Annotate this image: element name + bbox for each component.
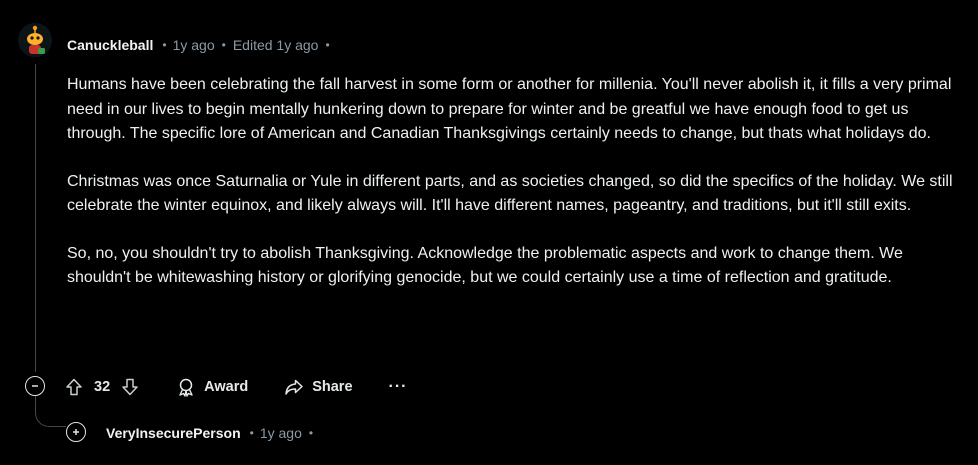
share-icon	[284, 377, 304, 397]
comment-paragraph: Christmas was once Saturnalia or Yule in…	[67, 172, 953, 215]
comment-time[interactable]: 1y ago	[173, 37, 215, 53]
arrow-up-icon	[66, 378, 82, 396]
award-icon	[176, 377, 196, 397]
comment-author[interactable]: Canuckleball	[67, 37, 153, 53]
avatar[interactable]	[18, 23, 52, 57]
snoo-avatar-icon	[18, 23, 52, 57]
thread-line[interactable]	[35, 64, 36, 372]
award-button[interactable]: Award	[176, 377, 248, 397]
separator-dot: •	[221, 38, 226, 52]
share-label: Share	[312, 379, 353, 395]
vote-count: 32	[94, 379, 111, 395]
comment-paragraph: So, no, you shouldn't try to abolish Tha…	[67, 244, 903, 287]
upvote-button[interactable]	[64, 377, 84, 397]
arrow-down-icon	[122, 378, 138, 396]
reply-meta: VeryInsecurePerson • 1y ago •	[106, 423, 320, 443]
separator-dot: •	[162, 38, 167, 52]
separator-dot: •	[325, 38, 330, 52]
plus-circle-icon	[73, 429, 79, 435]
comment-body: Humans have been celebrating the fall ha…	[67, 73, 962, 314]
more-options-button[interactable]: ···	[389, 378, 408, 396]
downvote-button[interactable]	[120, 377, 140, 397]
comment-paragraph: Humans have been celebrating the fall ha…	[67, 76, 952, 142]
reply-time[interactable]: 1y ago	[260, 425, 302, 441]
separator-dot: •	[308, 426, 314, 440]
separator-dot: •	[249, 426, 254, 440]
reply-author[interactable]: VeryInsecurePerson	[106, 425, 241, 441]
comment-action-bar: 32 Award Share ···	[64, 374, 408, 400]
comment-edited: Edited 1y ago	[232, 37, 319, 53]
expand-reply-button[interactable]	[66, 422, 86, 442]
thread-branch-line	[35, 396, 66, 427]
collapse-thread-button[interactable]	[25, 376, 45, 396]
share-button[interactable]: Share	[284, 377, 353, 397]
comment-meta: Canuckleball • 1y ago • Edited 1y ago •	[67, 35, 337, 55]
award-label: Award	[204, 379, 249, 395]
minus-circle-icon	[32, 385, 38, 387]
